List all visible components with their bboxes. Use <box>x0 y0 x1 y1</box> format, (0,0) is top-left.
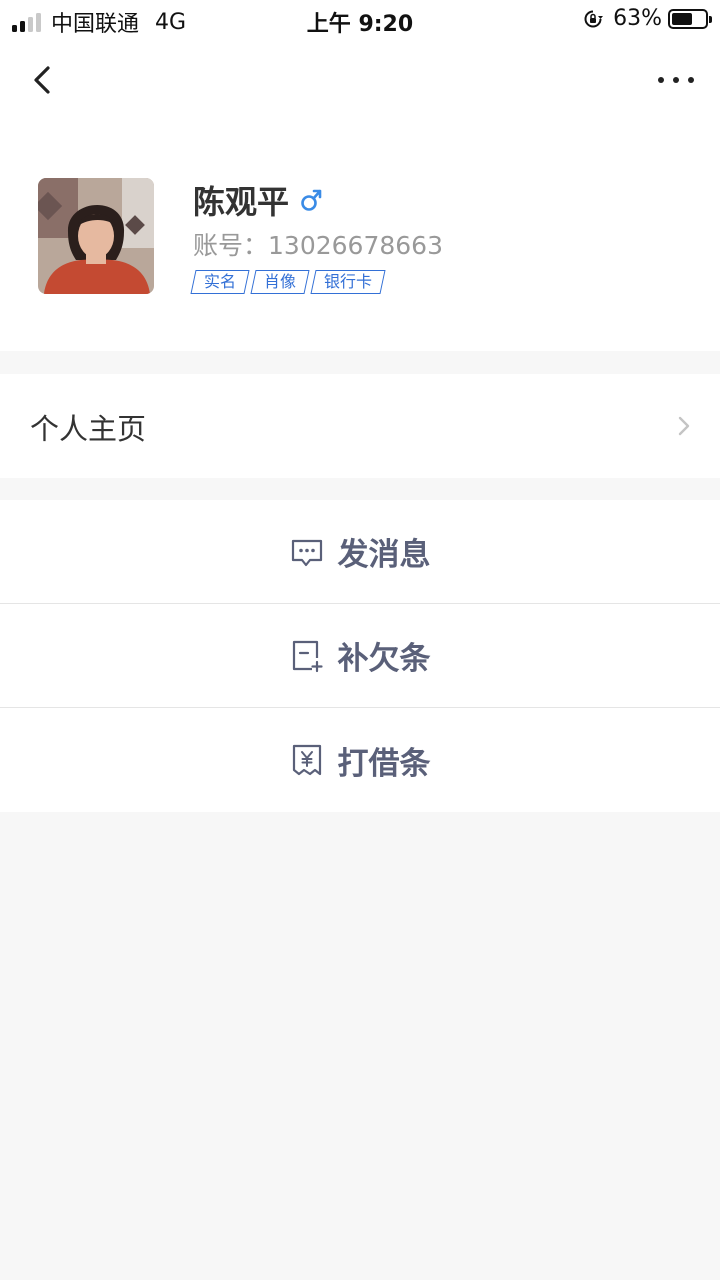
screen: 中国联通 4G 上午 9:20 63% 陈观平 账号：13026678663 实… <box>0 0 720 1280</box>
status-right: 63% <box>583 6 712 31</box>
battery-percent: 63% <box>613 6 662 31</box>
battery-fill <box>672 12 693 25</box>
chevron-right-icon <box>678 416 690 436</box>
write-loan-note-label: 打借条 <box>337 745 431 782</box>
loan-note-icon <box>292 744 321 776</box>
male-gender-icon <box>301 189 322 211</box>
add-iou-button[interactable]: 补欠条 <box>0 604 720 708</box>
more-options-icon[interactable] <box>656 68 696 92</box>
add-iou-label: 补欠条 <box>337 641 431 677</box>
profile-info: 陈观平 账号：13026678663 实名 肖像 银行卡 <box>190 178 443 294</box>
write-loan-note-button[interactable]: 打借条 <box>0 708 720 812</box>
verification-tags: 实名 肖像 银行卡 <box>190 270 443 294</box>
send-message-button[interactable]: 发消息 <box>0 500 720 604</box>
action-list: 发消息 补欠条 打借条 <box>0 500 720 812</box>
account-row: 账号：13026678663 <box>193 226 443 262</box>
nav-bar <box>0 40 720 120</box>
iou-add-icon <box>292 640 323 672</box>
status-bar: 中国联通 4G 上午 9:20 63% <box>0 0 720 40</box>
profile-card: 陈观平 账号：13026678663 实名 肖像 银行卡 <box>0 120 720 351</box>
account-number: 13026678663 <box>268 231 443 260</box>
avatar[interactable] <box>38 178 154 294</box>
message-icon <box>291 539 322 566</box>
tag-real-name: 实名 <box>190 270 250 294</box>
battery-icon <box>668 8 712 29</box>
user-name: 陈观平 <box>193 183 290 221</box>
tag-bank-card: 银行卡 <box>310 270 386 294</box>
back-arrow-icon[interactable] <box>26 62 62 98</box>
personal-homepage-row[interactable]: 个人主页 <box>0 374 720 478</box>
send-message-label: 发消息 <box>337 537 431 573</box>
account-label: 账号： <box>193 231 269 260</box>
tag-portrait: 肖像 <box>250 270 310 294</box>
rotation-lock-icon <box>584 10 604 27</box>
name-row: 陈观平 <box>193 178 443 222</box>
personal-homepage-label: 个人主页 <box>30 412 147 446</box>
